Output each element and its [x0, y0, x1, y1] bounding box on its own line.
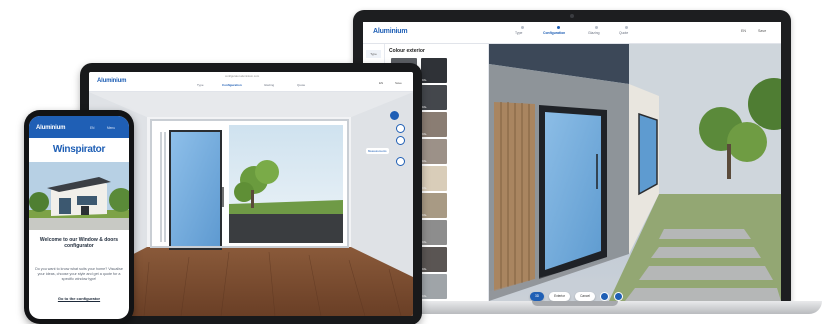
tablet-save-button[interactable]: Save [395, 81, 402, 85]
phone-menu-button[interactable]: Menu [107, 126, 115, 130]
expand-icon[interactable] [390, 111, 399, 120]
settings-icon[interactable] [396, 157, 405, 166]
step-type[interactable]: Type [515, 31, 522, 35]
hero-image [29, 162, 129, 230]
laptop-notch [532, 301, 618, 306]
step-dot-1 [521, 26, 524, 29]
exterior-3d-scene [489, 44, 781, 301]
colour-panel-title: Colour exterior [389, 48, 425, 54]
app-title: Winspirator [52, 144, 106, 155]
laptop-3d-viewport[interactable]: 3D Exterior Cancel [489, 44, 781, 301]
step-quote[interactable]: Quote [619, 31, 628, 35]
phone-brand-logo[interactable]: Aluminium [36, 125, 65, 131]
welcome-heading: Welcome to our Window & doors configurat… [39, 237, 119, 250]
step-dot-3 [595, 26, 598, 29]
camera-dot [570, 14, 574, 18]
swatch-label: RAL [422, 214, 427, 217]
measurements-label[interactable]: Measurements [366, 148, 389, 154]
phone-screen: Aluminium EN Menu Winspirator Welcome to… [29, 116, 129, 319]
tablet-app-header: configurator.aluminium.com Aluminium Typ… [89, 72, 413, 92]
tablet-screen: configurator.aluminium.com Aluminium Typ… [89, 72, 413, 316]
view-mode-select[interactable]: Exterior [549, 292, 571, 301]
colour-swatch[interactable]: RAL [421, 58, 447, 83]
swatch-label: RAL [422, 106, 427, 109]
tablet-step-glazing[interactable]: Glazing [264, 83, 274, 87]
colour-swatch[interactable]: RAL [421, 274, 447, 299]
camera-icon[interactable] [396, 136, 405, 145]
laptop-screen: Aluminium Type Configuration Glazing Quo… [363, 22, 781, 301]
sliding-door [150, 119, 349, 250]
swatch-label: RAL [422, 241, 427, 244]
swatch-label: RAL [422, 268, 427, 271]
laptop-app-header: Aluminium Type Configuration Glazing Quo… [363, 22, 781, 44]
tablet-url-bar[interactable]: configurator.aluminium.com [225, 74, 259, 78]
view-3d-button[interactable]: 3D [530, 292, 545, 301]
tablet-step-quote[interactable]: Quote [297, 83, 305, 87]
viewport-toolbar: 3D Exterior Cancel [530, 292, 623, 301]
swatch-label: RAL [422, 133, 427, 136]
colour-swatch[interactable]: RAL [421, 220, 447, 245]
phone-device: Aluminium EN Menu Winspirator Welcome to… [24, 110, 134, 324]
language-select[interactable]: EN [741, 29, 746, 33]
step-dot-4 [625, 26, 628, 29]
pencil-icon[interactable] [600, 292, 609, 301]
colour-swatch[interactable]: RAL [421, 85, 447, 110]
swatch-label: RAL [422, 295, 427, 298]
step-configuration[interactable]: Configuration [543, 31, 565, 35]
swatch-label: RAL [422, 187, 427, 190]
colour-swatch[interactable]: RAL [421, 247, 447, 272]
tablet-language-select[interactable]: EN [379, 81, 383, 85]
colour-swatch[interactable]: RAL [421, 193, 447, 218]
colour-swatch[interactable]: RAL [421, 112, 447, 137]
house-photo [29, 162, 129, 230]
colour-swatch[interactable]: RAL [421, 139, 447, 164]
tablet-step-configuration[interactable]: Configuration [222, 83, 242, 87]
configurator-link[interactable]: Go to the configurator [29, 296, 129, 301]
tablet-3d-viewport[interactable]: Measurements [89, 92, 413, 316]
door-frame [539, 105, 607, 279]
cancel-button[interactable]: Cancel [575, 292, 595, 301]
swatch-label: RAL [422, 160, 427, 163]
laptop-brand-logo[interactable]: Aluminium [373, 28, 408, 35]
side-tab-type[interactable]: Type [366, 50, 381, 58]
step-dot-2 [557, 26, 560, 29]
rotate-icon[interactable] [614, 292, 623, 301]
phone-header: Aluminium EN Menu [29, 116, 129, 138]
tablet-brand-logo[interactable]: Aluminium [97, 78, 126, 84]
step-glazing[interactable]: Glazing [588, 31, 600, 35]
tablet-step-type[interactable]: Type [197, 83, 204, 87]
interior-3d-scene [89, 92, 413, 316]
colour-swatch[interactable]: RAL [421, 166, 447, 191]
phone-language-select[interactable]: EN [90, 126, 94, 130]
welcome-text: Do you want to know what suits your home… [35, 267, 123, 281]
swatch-label: RAL [422, 79, 427, 82]
save-button[interactable]: Save [758, 29, 766, 33]
wood-cladding [494, 102, 535, 291]
measure-icon[interactable] [396, 124, 405, 133]
